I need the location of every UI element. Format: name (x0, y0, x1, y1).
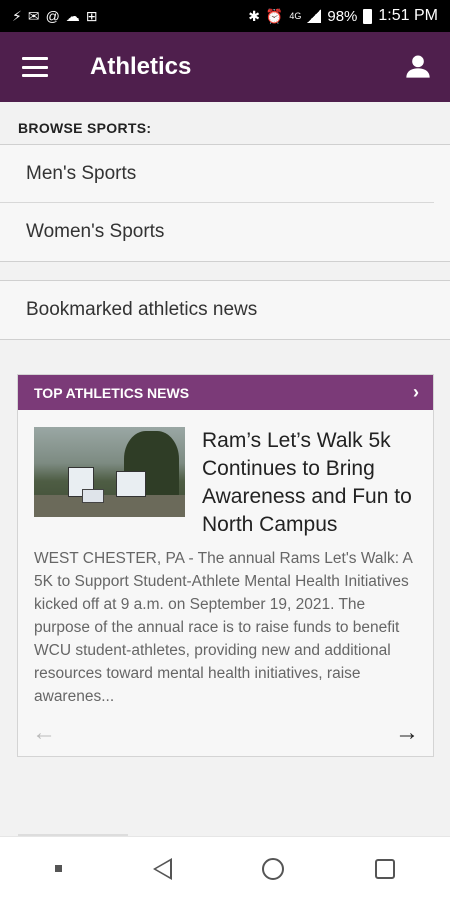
status-time: 1:51 PM (378, 7, 438, 24)
status-bar: ⚡ ✉ @ ☁ ⊞ ✱ ⏰ 4G 98% 1:51 PM (0, 0, 450, 32)
list-item-mens-sports[interactable]: Men's Sports (0, 145, 434, 203)
browse-sports-label: BROWSE SPORTS: (18, 120, 152, 136)
status-system: ✱ ⏰ 4G 98% 1:51 PM (248, 7, 438, 25)
status-notifications: ⚡ ✉ @ ☁ ⊞ (12, 9, 98, 23)
cloud-icon: ☁ (65, 8, 80, 24)
news-thumbnail[interactable] (34, 427, 185, 517)
main-content: BROWSE SPORTS: Men's Sports Women's Spor… (0, 102, 450, 836)
battery-icon (363, 8, 373, 24)
list-item-womens-sports[interactable]: Women's Sports (0, 203, 434, 261)
home-icon[interactable] (262, 857, 285, 880)
alarm-icon: ⏰ (265, 8, 284, 24)
chevron-right-icon: › (413, 382, 419, 402)
system-nav-bar (0, 836, 450, 900)
recent-apps-icon[interactable] (374, 858, 395, 879)
bluetooth-icon: ✱ (248, 8, 260, 24)
wifi-x-icon: ⚡ (12, 8, 22, 24)
arrow-right-icon[interactable]: → (395, 721, 419, 745)
news-pager: ← → (18, 710, 433, 756)
battery-percent: 98% (327, 7, 358, 25)
arrow-left-icon[interactable]: ← (32, 721, 56, 745)
bookmarked-list: Bookmarked athletics news (0, 280, 450, 340)
news-body: WEST CHESTER, PA - The annual Rams Let's… (34, 550, 412, 705)
overview-dot-icon[interactable] (55, 865, 63, 872)
plus-box-icon: ⊞ (85, 8, 98, 24)
hamburger-menu-icon[interactable] (22, 57, 48, 77)
news-title[interactable]: Ram’s Let’s Walk 5k Continues to Bring A… (202, 427, 417, 539)
top-news-card: TOP ATHLETICS NEWS › Ram’s Let’s Walk 5k… (17, 374, 434, 757)
page-title: Athletics (90, 53, 192, 80)
network-type: 4G (289, 10, 302, 21)
browse-sports-list: Men's Sports Women's Sports (0, 144, 450, 262)
news-article[interactable]: Ram’s Let’s Walk 5k Continues to Bring A… (18, 410, 433, 539)
top-news-header[interactable]: TOP ATHLETICS NEWS › (18, 375, 433, 410)
account-icon[interactable] (404, 52, 432, 80)
signal-icon (307, 9, 322, 23)
back-icon[interactable] (152, 857, 172, 880)
app-bar: Athletics (0, 32, 450, 102)
at-icon: @ (45, 8, 60, 24)
top-news-header-label: TOP ATHLETICS NEWS (34, 384, 190, 401)
mail-icon: ✉ (27, 8, 40, 24)
list-item-bookmarked-news[interactable]: Bookmarked athletics news (0, 281, 434, 339)
